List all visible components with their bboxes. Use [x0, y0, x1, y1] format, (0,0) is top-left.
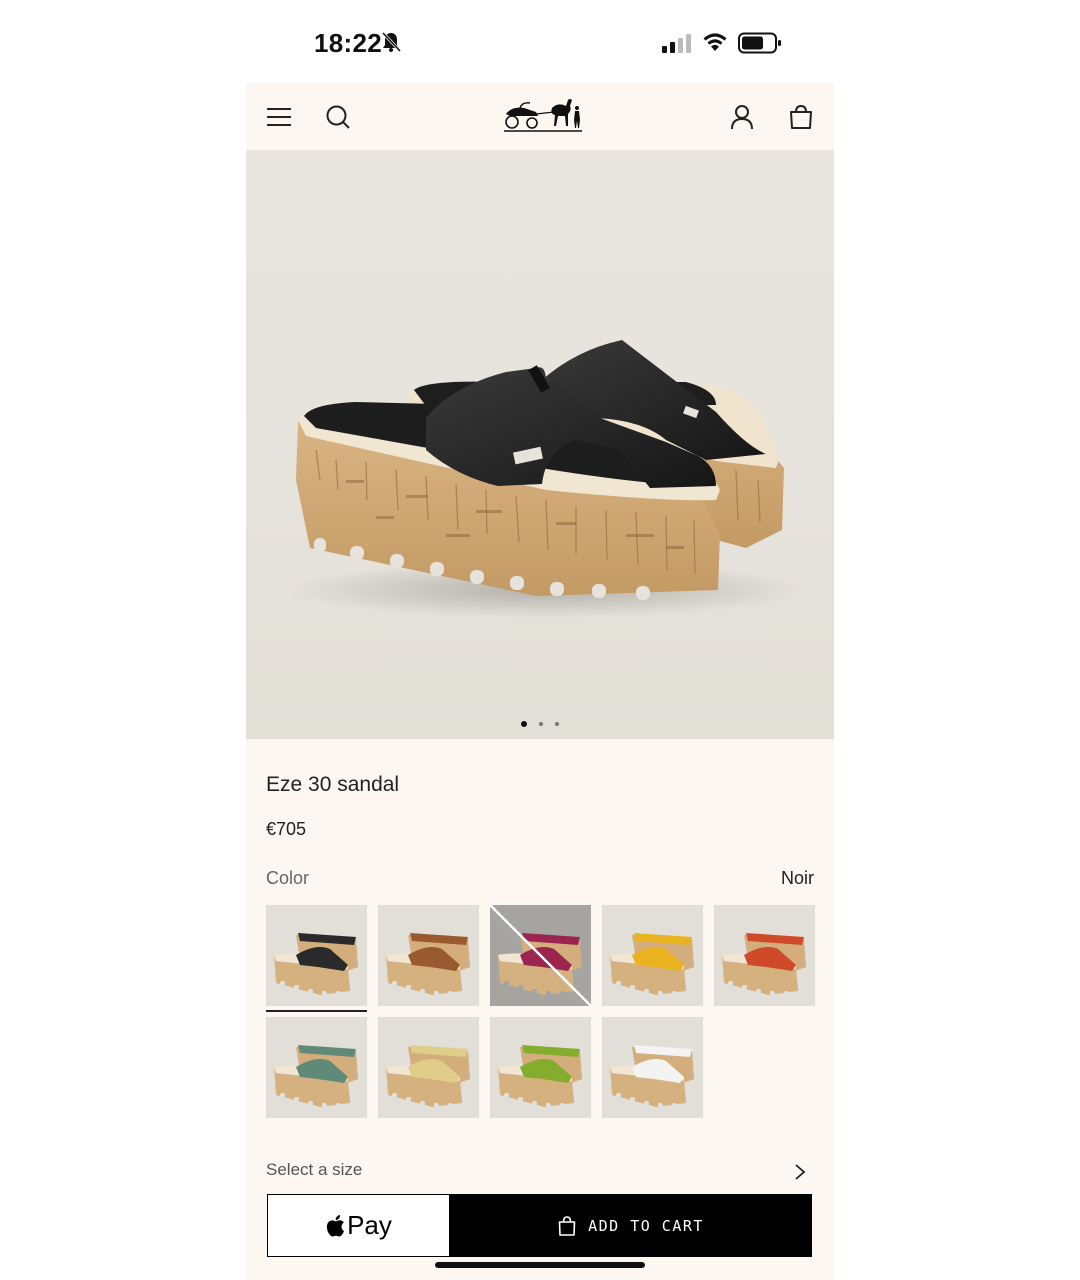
shopping-bag-icon — [790, 104, 812, 129]
carousel-pagination[interactable] — [246, 721, 834, 727]
swatch-thumbnail — [378, 1017, 479, 1118]
swatch-thumbnail — [266, 1017, 367, 1118]
color-swatch[interactable] — [378, 905, 479, 1006]
add-to-cart-button[interactable]: ADD TO CART — [450, 1194, 812, 1257]
carousel-dot-2[interactable] — [539, 722, 543, 726]
swatch-thumbnail — [489, 904, 592, 1007]
swatch-thumbnail — [714, 905, 815, 1006]
cart-button[interactable] — [783, 99, 819, 135]
carousel-dot-1[interactable] — [521, 721, 527, 727]
shopping-bag-icon — [558, 1215, 576, 1236]
account-button[interactable] — [724, 99, 760, 135]
color-swatch[interactable] — [266, 1017, 367, 1118]
swatch-thumbnail — [266, 905, 367, 1006]
menu-button[interactable] — [261, 99, 297, 135]
chevron-right-icon — [795, 1164, 806, 1180]
product-price: €705 — [266, 819, 307, 839]
color-swatch[interactable] — [602, 1017, 703, 1118]
product-info: Eze 30 sandal €705 — [266, 773, 814, 840]
color-swatch[interactable] — [378, 1017, 479, 1118]
swatch-thumbnail — [602, 1017, 703, 1118]
home-indicator[interactable] — [435, 1262, 645, 1268]
select-size-row[interactable]: Select a size — [266, 1159, 814, 1187]
apple-pay-label: Pay — [347, 1210, 392, 1240]
carriage-logo-icon — [504, 99, 582, 132]
wifi-icon — [703, 33, 727, 51]
add-to-cart-label: ADD TO CART — [588, 1216, 704, 1235]
status-time: 18:22 — [314, 28, 382, 58]
purchase-actions: Pay ADD TO CART — [267, 1194, 812, 1257]
cellular-signal-icon — [662, 34, 691, 53]
hamburger-menu-icon — [267, 108, 291, 126]
color-row: Color Noir — [266, 868, 814, 889]
color-swatch[interactable] — [714, 905, 815, 1006]
app-frame: Eze 30 sandal €705 Color Noir Select a s… — [246, 83, 834, 1280]
selected-color-name: Noir — [780, 868, 814, 888]
brand-logo[interactable] — [502, 94, 584, 139]
color-swatch[interactable] — [489, 904, 592, 1007]
apple-logo-icon — [326, 1214, 345, 1237]
color-swatch[interactable] — [490, 1017, 591, 1118]
search-button[interactable] — [320, 99, 356, 135]
swatch-thumbnail — [490, 1017, 591, 1118]
battery-icon — [738, 32, 781, 54]
product-title: Eze 30 sandal — [266, 773, 400, 796]
product-photo — [286, 340, 806, 618]
top-navigation — [246, 83, 834, 150]
swatch-thumbnail — [602, 905, 703, 1006]
bell-muted-icon — [381, 31, 402, 53]
product-image-carousel[interactable] — [246, 150, 834, 739]
color-label: Color — [266, 868, 310, 888]
size-selector-label: Select a size — [266, 1160, 363, 1179]
apple-pay-button[interactable]: Pay — [268, 1195, 449, 1256]
status-bar: 18:22 — [0, 0, 1080, 84]
carousel-dot-3[interactable] — [555, 722, 559, 726]
swatch-thumbnail — [378, 905, 479, 1006]
color-swatch[interactable] — [266, 905, 367, 1012]
color-swatch[interactable] — [602, 905, 703, 1006]
user-icon — [731, 105, 753, 130]
search-icon — [326, 105, 350, 129]
